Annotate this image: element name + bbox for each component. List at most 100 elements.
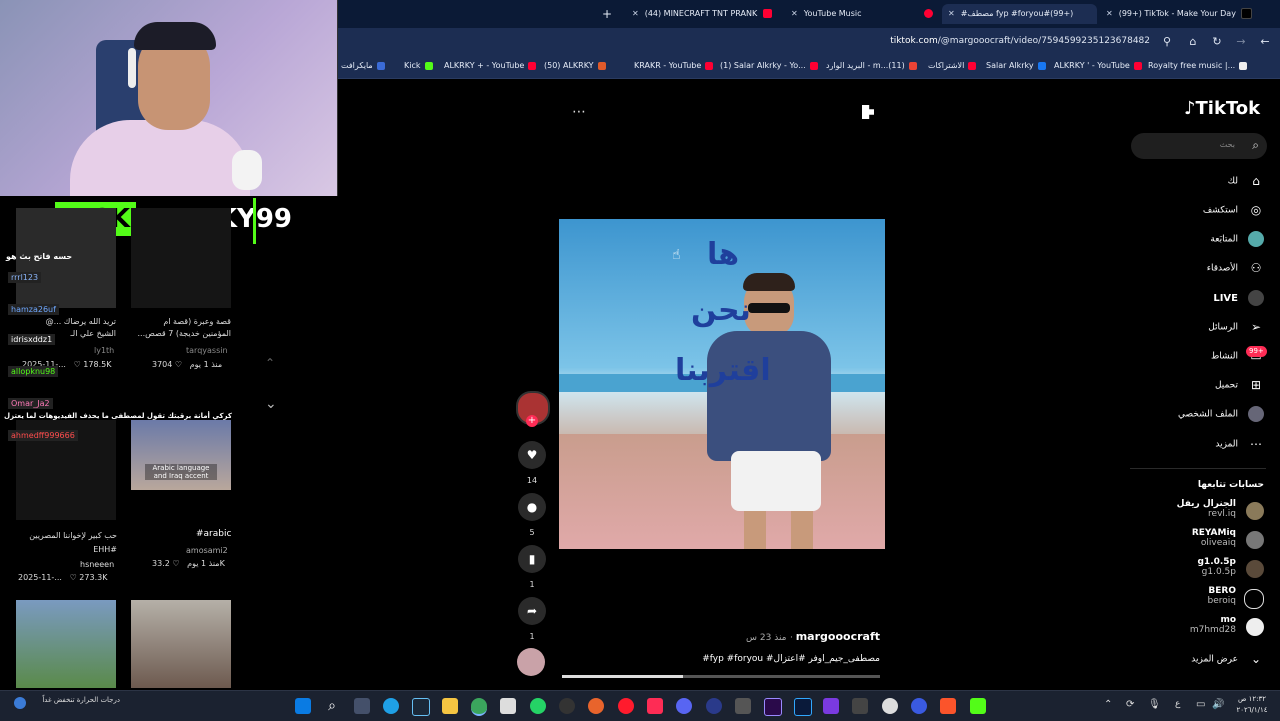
bookmark-item[interactable]: ALKRKY + - YouTube xyxy=(444,61,537,70)
avatar[interactable] xyxy=(1244,589,1264,609)
search-icon[interactable]: ⌕ xyxy=(324,698,340,714)
steam-icon[interactable] xyxy=(412,698,430,716)
tray-chevron-icon[interactable]: ⌃ xyxy=(1104,699,1112,710)
see-more-link[interactable]: عرض المزيد ⌄ xyxy=(1191,651,1264,667)
more-options-icon[interactable]: ⋯ xyxy=(572,104,586,120)
tab-tiktok-home[interactable]: ✕ (99+) TikTok - Make Your Day xyxy=(1100,4,1260,24)
nav-item-profile[interactable]: الملف الشخصي xyxy=(1178,406,1264,422)
bookmark-item[interactable]: (50) ALKRKY xyxy=(544,61,606,70)
bookmark-item[interactable]: Royalty free music |... xyxy=(1148,61,1248,70)
nav-item-explore[interactable]: استكشف ◎ xyxy=(1203,202,1264,218)
video-card-thumb[interactable] xyxy=(131,208,231,308)
discord-icon[interactable] xyxy=(676,698,692,714)
edge-icon[interactable] xyxy=(383,698,399,714)
following-account[interactable]: BERO beroiq xyxy=(1208,586,1236,606)
url-field[interactable]: tiktok.com/@margooocraft/video/759459923… xyxy=(890,36,1150,46)
tab-youtube-music[interactable]: ✕ YouTube Music xyxy=(785,4,935,24)
avatar[interactable] xyxy=(1246,618,1264,636)
scroll-up-icon[interactable]: ⌃ xyxy=(265,356,275,370)
new-tab-button[interactable]: + xyxy=(602,4,618,24)
avatar[interactable] xyxy=(1246,502,1264,520)
tab-active-tiktok-video[interactable]: ✕ #مصطف fyp #foryou#(99+) xyxy=(942,4,1097,24)
bookmark-item[interactable]: KRAKR - YouTube xyxy=(634,61,714,70)
settings-icon[interactable] xyxy=(882,698,898,714)
opera-icon[interactable] xyxy=(618,698,634,714)
video-card-thumb[interactable]: Arabic language and Iraq accent xyxy=(131,420,231,490)
bookmark-item[interactable]: Salar Alkrky xyxy=(986,61,1046,70)
clock[interactable]: ١٢:٣٢ ص ٢٠٢٦/١/١٤ xyxy=(1234,694,1270,716)
nav-item-friends[interactable]: الأصدقاء ⚇ xyxy=(1207,260,1264,276)
following-account[interactable]: الجنرال ريفل revl.iq xyxy=(1177,499,1236,519)
search-field[interactable]: بحث ⌕ xyxy=(1131,133,1267,159)
nav-item-upload[interactable]: تحميل ⊞ xyxy=(1215,377,1264,393)
author-name[interactable]: margooocraft xyxy=(796,630,880,643)
premiere-icon[interactable] xyxy=(764,698,782,716)
app-icon[interactable] xyxy=(911,698,927,714)
video-card-thumb[interactable] xyxy=(16,600,116,688)
scroll-down-icon[interactable]: ⌄ xyxy=(265,396,277,412)
app-icon[interactable] xyxy=(706,698,722,714)
tab-minecraft-video[interactable]: ✕ (44) MINECRAFT TNT PRANK xyxy=(626,4,776,24)
following-account[interactable]: REYAMiq oliveaiq xyxy=(1192,528,1236,548)
home-icon[interactable]: ⌂ xyxy=(1186,35,1200,49)
tiktok-logo[interactable]: ♪TikTok xyxy=(1184,98,1260,119)
tray-icon[interactable]: ⟳ xyxy=(1126,699,1134,710)
weather-icon[interactable] xyxy=(14,697,26,709)
app-icon[interactable] xyxy=(823,698,839,714)
bookmark-item[interactable]: الاشتراكات xyxy=(928,61,977,70)
avatar[interactable] xyxy=(1246,531,1264,549)
volume-icon[interactable]: 🔊 xyxy=(1212,699,1224,710)
whatsapp-icon[interactable] xyxy=(530,698,546,714)
app-icon[interactable] xyxy=(735,698,751,714)
close-icon[interactable]: ✕ xyxy=(948,9,955,18)
video-progress-bar[interactable] xyxy=(562,675,880,678)
video-card-title[interactable]: #arabic xyxy=(196,529,231,539)
close-icon[interactable]: ✕ xyxy=(1106,9,1113,18)
video-card-thumb[interactable] xyxy=(131,600,231,688)
close-icon[interactable]: ✕ xyxy=(632,9,639,18)
sound-disc[interactable] xyxy=(517,648,545,676)
task-view-icon[interactable] xyxy=(354,698,370,714)
search-icon[interactable]: ⌕ xyxy=(1252,138,1259,153)
chrome-icon[interactable] xyxy=(471,698,487,716)
bookmark-item[interactable]: البريد الوارد - m...(11) xyxy=(826,61,917,70)
nav-item-following[interactable]: المتابَعة xyxy=(1210,231,1264,247)
close-icon[interactable]: ✕ xyxy=(791,9,798,18)
app-icon[interactable] xyxy=(559,698,575,714)
weather-widget[interactable]: درجات الحرارة تنخفض غداً xyxy=(30,695,120,705)
follow-plus-icon[interactable]: + xyxy=(526,415,538,427)
nav-item-more[interactable]: المزيد ⋯ xyxy=(1215,436,1264,452)
like-button[interactable]: ♥ xyxy=(518,441,546,469)
video-caption[interactable]: #fyp #foryou #مصطفى_جيم_اوفر #اعتزال xyxy=(680,654,880,664)
reload-icon[interactable]: ↻ xyxy=(1210,35,1224,49)
avatar[interactable] xyxy=(1246,560,1264,578)
bookmark-item[interactable]: (1) Salar Alkrky - Yo... xyxy=(720,61,818,70)
site-info-icon[interactable]: ⚲ xyxy=(1160,35,1174,49)
app-icon[interactable] xyxy=(852,698,868,714)
notepad-icon[interactable] xyxy=(500,698,516,714)
save-button[interactable]: ▮ xyxy=(518,545,546,573)
microphone-icon[interactable]: 🎙 xyxy=(1148,699,1161,710)
input-language[interactable]: ع xyxy=(1175,699,1180,709)
video-player[interactable]: ها نحن اقتربنا xyxy=(559,219,885,549)
comment-button[interactable]: ● xyxy=(518,493,546,521)
nav-item-messages[interactable]: الرسائل ➢ xyxy=(1208,319,1264,335)
video-card-title[interactable]: قصة وعبرة (قصة ام المؤمنين خديجة) 7 قصص.… xyxy=(136,316,231,340)
photoshop-icon[interactable] xyxy=(794,698,812,716)
nav-item-live[interactable]: LIVE xyxy=(1213,290,1264,306)
following-account[interactable]: mo m7hmd28 xyxy=(1190,615,1236,635)
back-icon[interactable]: ← xyxy=(1258,35,1272,49)
brave-icon[interactable] xyxy=(940,698,956,714)
start-icon[interactable] xyxy=(295,698,311,714)
forward-icon[interactable]: → xyxy=(1234,35,1248,49)
tiktok-icon[interactable] xyxy=(647,698,663,714)
video-card-title[interactable]: حب كبير لإخواننا المصريين #EHH xyxy=(22,529,117,557)
bookmark-item[interactable]: Kick xyxy=(404,61,433,70)
app-icon[interactable] xyxy=(588,698,604,714)
kick-icon[interactable] xyxy=(970,698,986,714)
bookmark-item[interactable]: ALKRKY ' - YouTube xyxy=(1054,61,1142,70)
bookmark-item[interactable]: مايكرافت xyxy=(341,61,385,70)
following-account[interactable]: g1.0.5p g1.0.5p xyxy=(1197,557,1236,577)
share-button[interactable]: ➦ xyxy=(518,597,546,625)
nav-item-for-you[interactable]: لك ⌂ xyxy=(1228,173,1264,189)
